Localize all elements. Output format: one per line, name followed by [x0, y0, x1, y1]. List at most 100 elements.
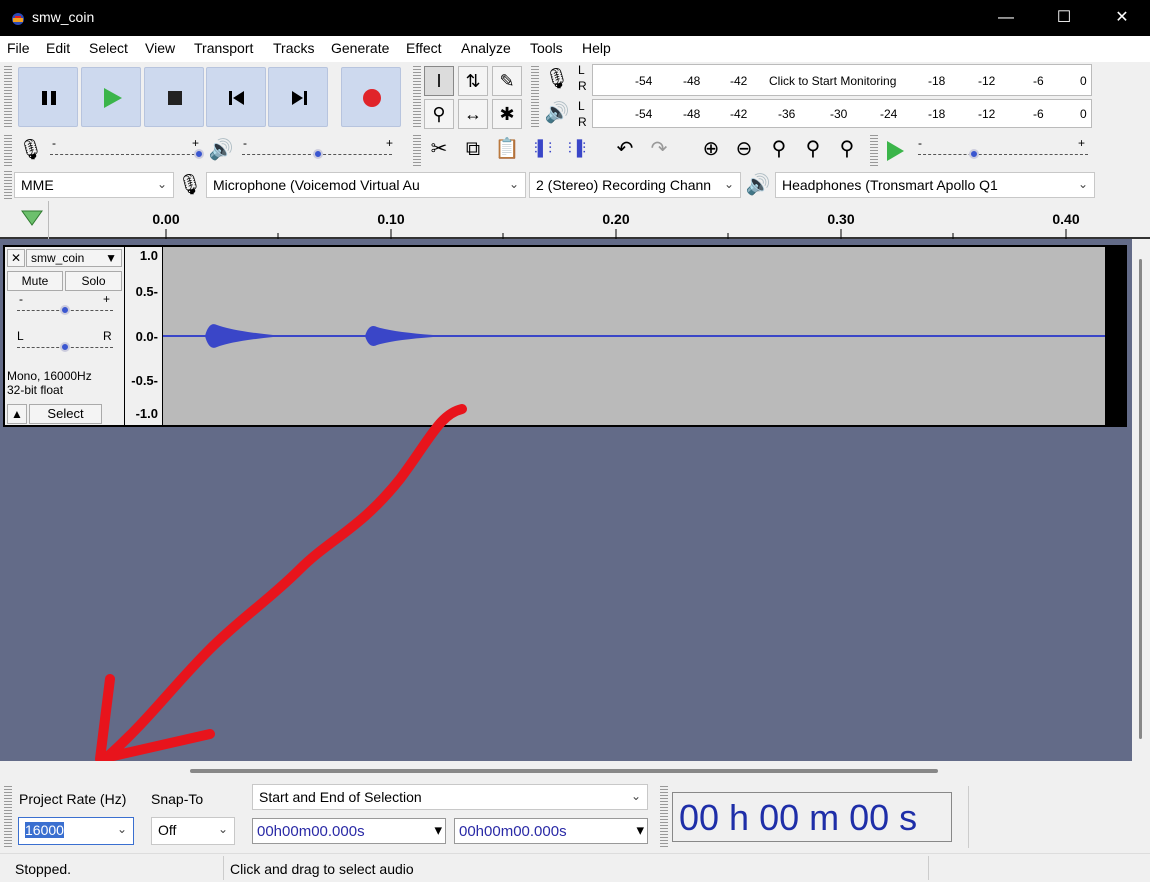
selection-mode-select[interactable]: Start and End of Selection ⌄ [252, 784, 648, 810]
copy-icon[interactable]: ⧉ [458, 134, 488, 166]
meter-tick: -6 [1033, 74, 1044, 88]
toolbar-grip[interactable] [531, 66, 539, 128]
audio-position-time[interactable]: 00 h 00 m 00 s [672, 792, 952, 842]
play-at-speed-icon[interactable] [882, 138, 908, 164]
recording-device-value: Microphone (Voicemod Virtual Au [213, 177, 420, 193]
start-monitoring-label[interactable]: Click to Start Monitoring [769, 74, 896, 88]
meter-tick: -18 [928, 107, 946, 121]
meter-tick: 0 [1080, 74, 1087, 88]
meter-tick: -12 [978, 74, 996, 88]
skip-to-start-button[interactable] [206, 67, 266, 127]
input-volume-knob[interactable] [194, 149, 204, 159]
play-speed-knob[interactable] [969, 149, 979, 159]
playback-device-select[interactable]: Headphones (Tronsmart Apollo Q1 ⌄ [775, 172, 1095, 198]
maximize-button[interactable]: ☐ [1035, 0, 1093, 36]
record-button[interactable] [341, 67, 401, 127]
menu-bar: File Edit Select View Transport Tracks G… [0, 36, 1150, 62]
selection-tool-icon[interactable]: I [424, 66, 454, 96]
menu-analyze[interactable]: Analyze [461, 40, 511, 56]
multi-tool-icon[interactable]: ✱ [492, 99, 522, 129]
record-meter-mic-icon[interactable]: 🎙 [542, 64, 572, 96]
vertical-scroll-thumb[interactable] [1139, 259, 1142, 739]
play-head-icon[interactable] [20, 209, 44, 229]
menu-file[interactable]: File [7, 40, 30, 56]
toolbar-grip[interactable] [870, 135, 878, 167]
zoom-tool-icon[interactable]: ⚲ [424, 99, 454, 129]
menu-tools[interactable]: Tools [530, 40, 563, 56]
undo-icon[interactable]: ↶ [610, 134, 640, 166]
play-button[interactable] [81, 67, 141, 127]
meter-channel-r: R [578, 79, 587, 93]
zoom-out-icon[interactable]: ⊖ [729, 134, 759, 166]
meter-channel-l: L [578, 99, 585, 113]
status-state: Stopped. [15, 861, 72, 877]
recording-meter[interactable]: -54 -48 -42 Click to Start Monitoring -1… [592, 64, 1092, 96]
input-volume-slider[interactable] [50, 154, 200, 155]
ruler-label: 0.40 [1052, 211, 1080, 227]
recording-device-select[interactable]: Microphone (Voicemod Virtual Au ⌄ [206, 172, 526, 198]
playback-meter[interactable]: -54 -48 -42 -36 -30 -24 -18 -12 -6 0 [592, 99, 1092, 128]
zoom-in-icon[interactable]: ⊕ [696, 134, 726, 166]
menu-generate[interactable]: Generate [331, 40, 389, 56]
horizontal-scroll-thumb[interactable] [190, 769, 938, 773]
timeshift-tool-icon[interactable]: ↔ [458, 99, 488, 129]
redo-icon[interactable]: ↷ [644, 134, 674, 166]
snap-to-select[interactable]: Off ⌄ [151, 817, 235, 845]
slider-min-label: - [918, 136, 922, 150]
menu-help[interactable]: Help [582, 40, 611, 56]
track-area[interactable]: ✕ smw_coin ▼ Mute Solo - + L R Mono, 1600… [0, 239, 1132, 761]
selection-start-time[interactable]: 00h00m00.000s ▾ [252, 818, 446, 844]
snap-to-value: Off [158, 822, 177, 838]
play-speed-slider[interactable] [918, 154, 1088, 155]
minimize-button[interactable]: — [977, 0, 1035, 36]
skip-to-end-button[interactable] [268, 67, 328, 127]
meter-tick: -42 [730, 74, 748, 88]
silence-icon[interactable]: ⫶▐⫶ [562, 134, 592, 166]
audio-host-value: MME [21, 177, 54, 193]
toolbar-grip[interactable] [660, 786, 668, 848]
zoom-toggle-icon[interactable]: ⚲ [832, 134, 862, 166]
selection-end-time[interactable]: 00h00m00.000s ▾ [454, 818, 648, 844]
toolbar-divider [968, 786, 969, 848]
menu-tracks[interactable]: Tracks [273, 40, 314, 56]
stop-icon [168, 91, 182, 105]
ruler-label: 0.30 [827, 211, 855, 227]
toolbar-grip[interactable] [413, 135, 421, 167]
slider-max-label: + [386, 136, 394, 150]
toolbar-grip[interactable] [4, 135, 12, 167]
toolbar-grip[interactable] [4, 171, 12, 199]
trim-icon[interactable]: ⫶▌⫶ [528, 134, 558, 166]
vertical-scrollbar[interactable] [1132, 239, 1150, 761]
audio-host-select[interactable]: MME ⌄ [14, 172, 174, 198]
fit-selection-icon[interactable]: ⚲ [764, 134, 794, 166]
audio-position-value: 00 h 00 m 00 s [679, 797, 918, 838]
toolbar-grip[interactable] [4, 786, 12, 848]
menu-transport[interactable]: Transport [194, 40, 253, 56]
menu-view[interactable]: View [145, 40, 175, 56]
timeline-ruler[interactable]: 0.00 0.10 0.20 0.30 0.40 [0, 201, 1150, 239]
project-rate-select[interactable]: 16000 ⌄ [18, 817, 134, 845]
output-volume-knob[interactable] [313, 149, 323, 159]
menu-edit[interactable]: Edit [46, 40, 70, 56]
fit-project-icon[interactable]: ⚲ [798, 134, 828, 166]
status-message: Click and drag to select audio [230, 861, 414, 877]
envelope-tool-icon[interactable]: ⇅ [458, 66, 488, 96]
stop-button[interactable] [144, 67, 204, 127]
recording-channels-value: 2 (Stereo) Recording Chann [536, 177, 712, 193]
chevron-down-icon: ⌄ [156, 177, 167, 191]
meter-tick: -36 [778, 107, 796, 121]
menu-select[interactable]: Select [89, 40, 128, 56]
toolbar-grip[interactable] [413, 66, 421, 128]
playback-meter-speaker-icon[interactable]: 🔊 [542, 98, 572, 130]
menu-effect[interactable]: Effect [406, 40, 442, 56]
draw-tool-icon[interactable]: ✎ [492, 66, 522, 96]
recording-channels-select[interactable]: 2 (Stereo) Recording Chann ⌄ [529, 172, 741, 198]
selection-mode-value: Start and End of Selection [259, 789, 422, 805]
cut-icon[interactable]: ✂ [424, 134, 454, 166]
paste-icon[interactable]: 📋 [492, 134, 522, 166]
toolbar-grip[interactable] [4, 66, 12, 128]
meter-channel-l: L [578, 63, 585, 77]
meter-tick: -18 [928, 74, 946, 88]
close-button[interactable]: ✕ [1093, 0, 1150, 36]
pause-button[interactable] [18, 67, 78, 127]
